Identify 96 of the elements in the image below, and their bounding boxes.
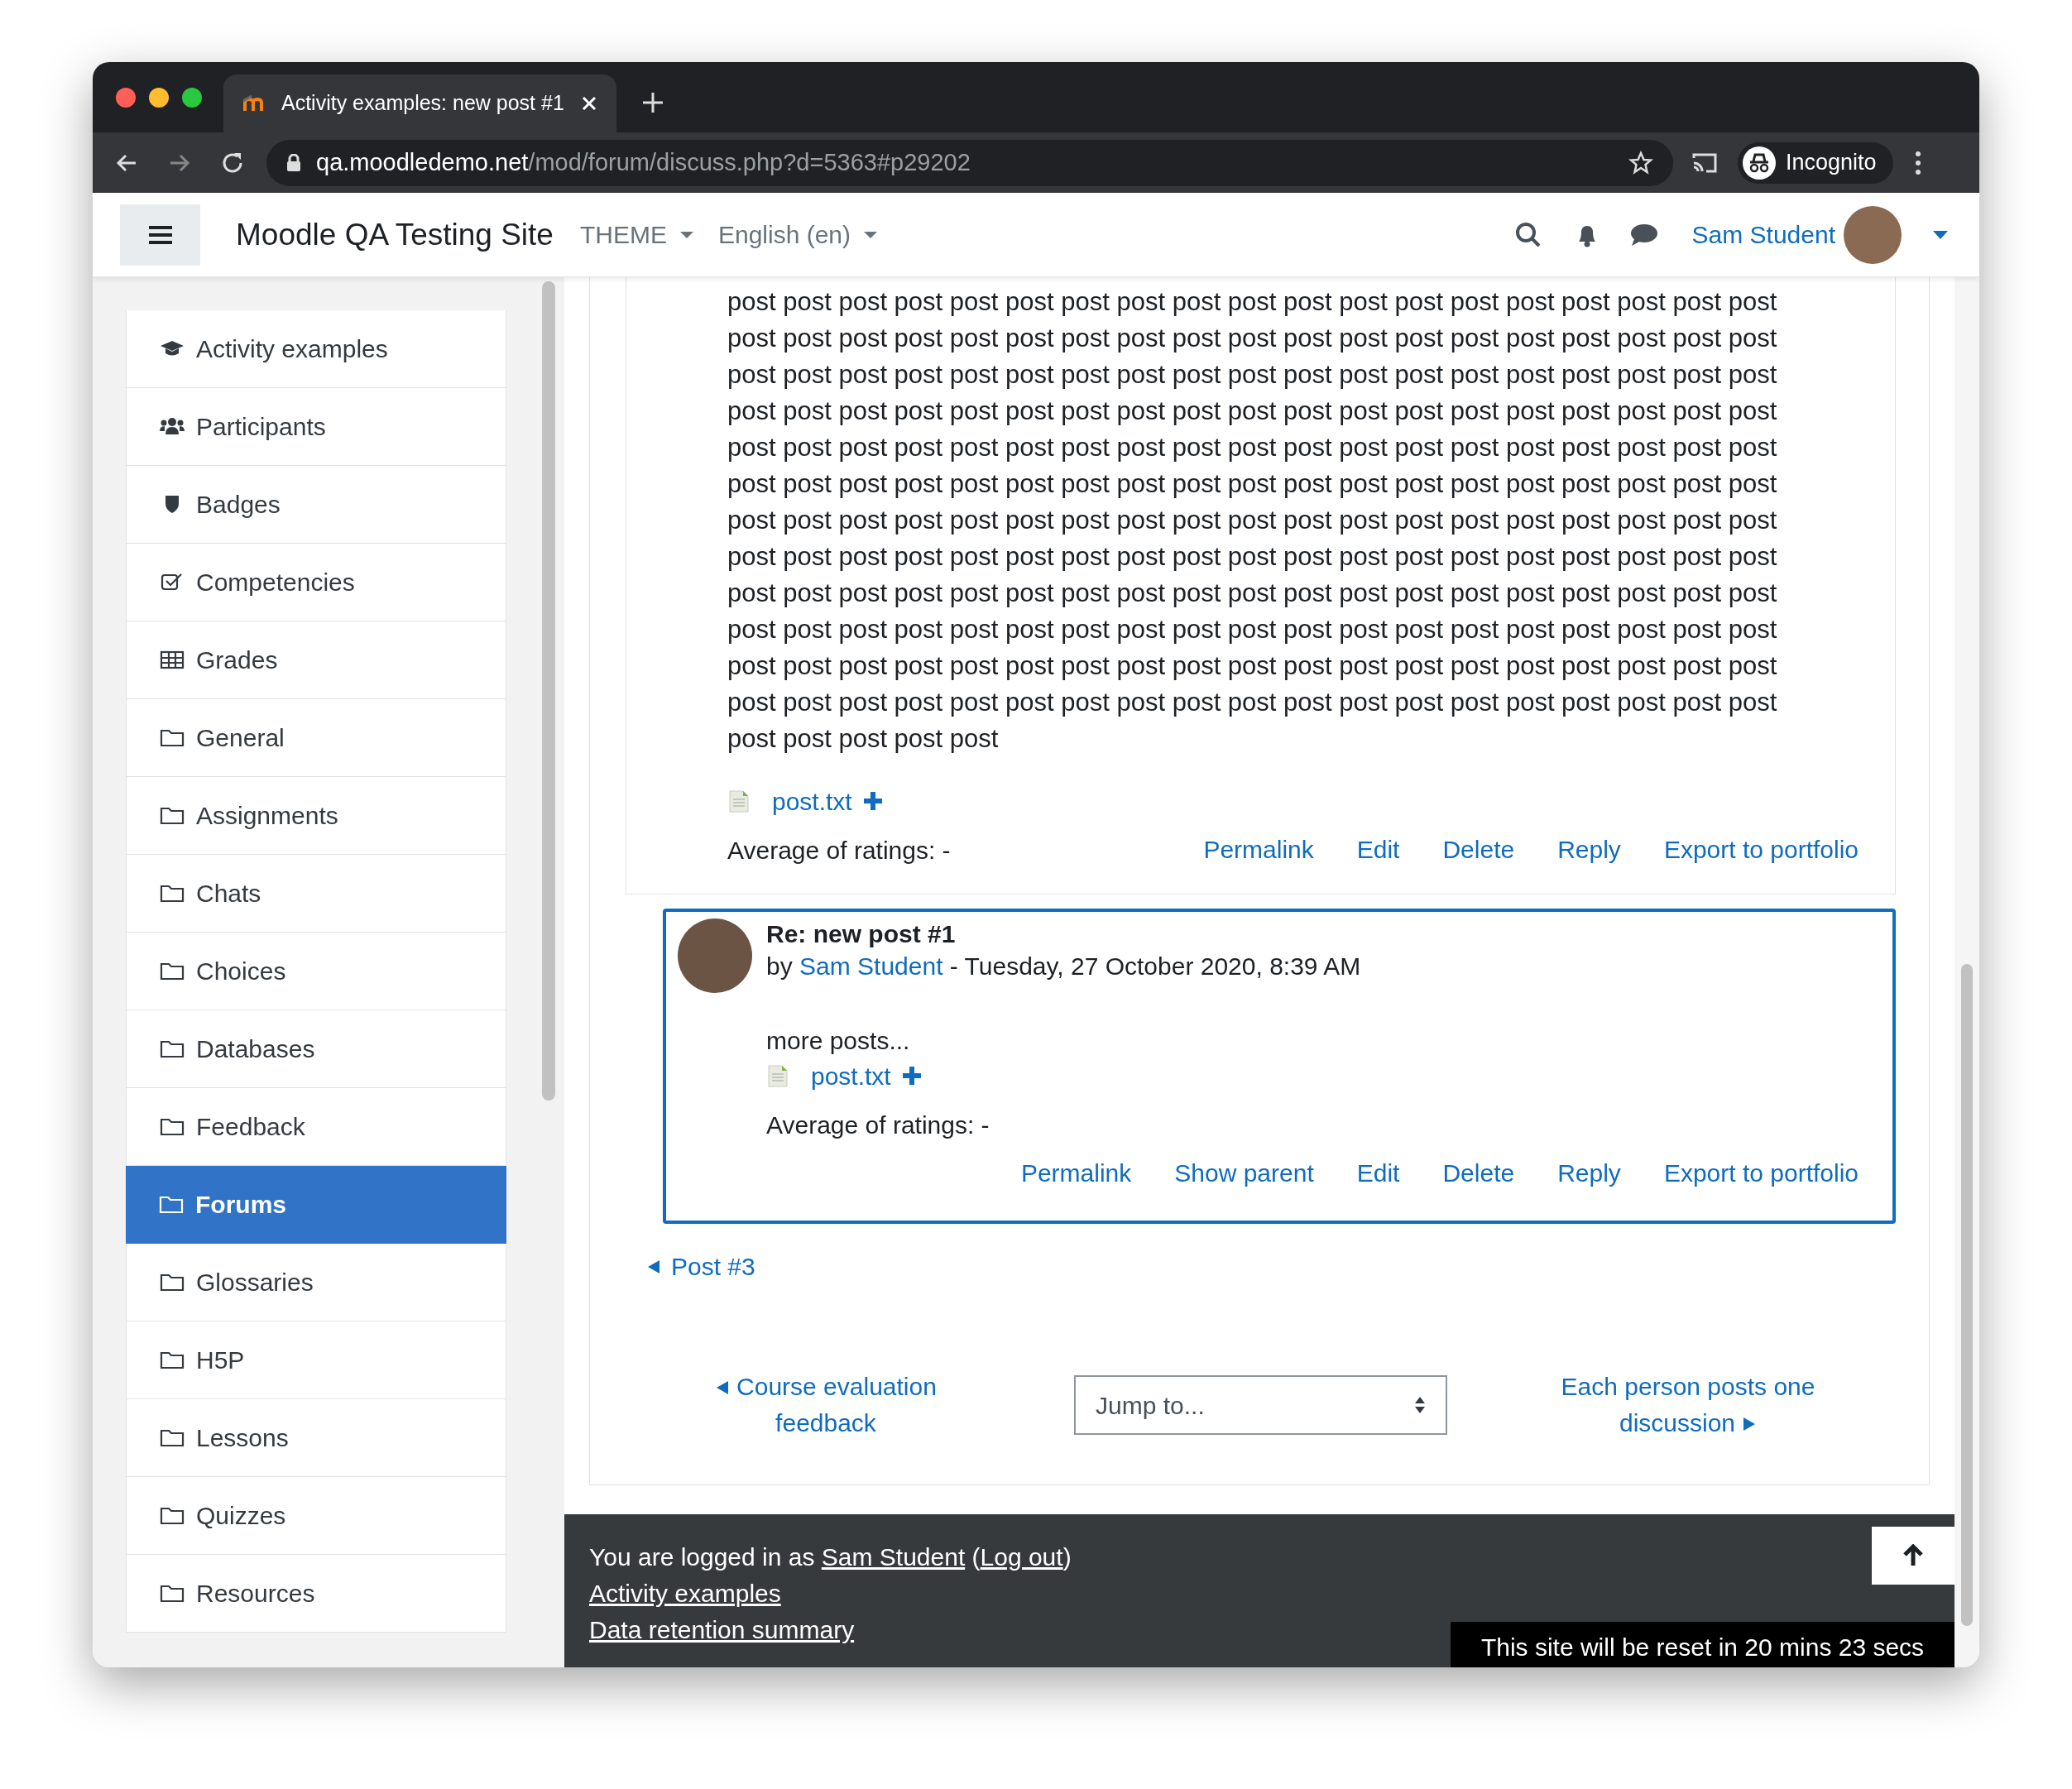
- sidebar-item[interactable]: H5P: [126, 1321, 506, 1399]
- more-icon[interactable]: [1914, 150, 1921, 175]
- sidebar-item[interactable]: Grades: [126, 621, 506, 699]
- zoom-window-button[interactable]: [182, 88, 202, 108]
- rating-label: Average of ratings: -: [727, 835, 951, 866]
- folder-icon: [160, 1427, 185, 1448]
- chat-icon[interactable]: [1628, 222, 1659, 247]
- sidebar-item[interactable]: Resources: [126, 1555, 506, 1633]
- folder-icon: [160, 1583, 185, 1604]
- previous-discussion-link[interactable]: Course evaluation feedback: [590, 1369, 1062, 1441]
- post-action-link[interactable]: Reply: [1557, 1157, 1621, 1190]
- jump-to-select[interactable]: Jump to...: [1074, 1375, 1447, 1435]
- sidebar-item[interactable]: Activity examples: [126, 310, 506, 388]
- footer-link[interactable]: Data retention summary: [589, 1612, 855, 1648]
- post-text: post post post post post post post post post post post post post post post post post post post post post post post post post post post post post post post post post post post post post post post post post post post post post post post post post post post post post post post post post post post post post post post post post post post post post post post post post post post post post post post post post post post post post post post post post post post post post post post post post post post post post post post post post post post post post post post post post post post post post post post post post post post post post post post post post post post post post post post post post post post post post post post post post post post post post post post post post post post post post post post post post post post post post post post post post post post post post post post post post post post post post post post post post post post post post post post post post post post post post post post post post post post post post post post post post post post post post post post post post post post post post post post post post post post post post post post post post: [727, 286, 1778, 755]
- post-byline: by Sam Student - Tuesday, 27 October 2020, 8:39 AM: [766, 952, 1362, 981]
- lock-icon: [286, 153, 301, 172]
- text-file-icon: [727, 789, 751, 813]
- folder-icon: [160, 1350, 185, 1370]
- url-host: qa.moodledemo.net: [316, 148, 529, 175]
- attachment-link[interactable]: post.txt: [811, 1057, 891, 1095]
- back-to-top-button[interactable]: [1872, 1527, 1954, 1585]
- arrow-up-icon: [1902, 1544, 1924, 1567]
- sidebar-item[interactable]: Participants: [126, 388, 506, 466]
- post-action-link[interactable]: Export to portfolio: [1663, 833, 1859, 866]
- menu-icon: [148, 224, 172, 245]
- sidebar-item[interactable]: Glossaries: [126, 1244, 506, 1321]
- post-title: Re: new post #1: [766, 919, 957, 949]
- caret-icon[interactable]: [1933, 229, 1948, 240]
- checkbox-icon: [160, 572, 185, 592]
- previous-post-link[interactable]: Post #3: [646, 1252, 755, 1282]
- post-action-link[interactable]: Delete: [1442, 833, 1515, 866]
- sidebar-item[interactable]: Forums: [126, 1166, 506, 1244]
- logout-link[interactable]: Log out: [980, 1543, 1063, 1571]
- sidebar-item[interactable]: General: [126, 699, 506, 777]
- sidebar-item[interactable]: Badges: [126, 466, 506, 544]
- incognito-icon: [1743, 146, 1776, 180]
- attachment-link[interactable]: post.txt: [772, 782, 852, 820]
- search-icon[interactable]: [1514, 221, 1542, 248]
- star-icon[interactable]: [1628, 150, 1653, 175]
- sidebar-item[interactable]: Chats: [126, 855, 506, 933]
- post-action-link[interactable]: Permalink: [1020, 1157, 1132, 1190]
- caret-icon: [679, 230, 693, 239]
- folder-icon: [160, 727, 185, 748]
- user-profile-link[interactable]: Sam Student: [821, 1543, 966, 1571]
- address-bar[interactable]: qa.moodledemo.net/mod/forum/discuss.php?d=5363#p29202: [266, 139, 1673, 186]
- sidebar-item[interactable]: Choices: [126, 933, 506, 1010]
- post-action-link[interactable]: Show parent: [1174, 1157, 1314, 1190]
- post-action-link[interactable]: Edit: [1356, 1157, 1400, 1190]
- next-discussion-link[interactable]: Each person posts one discussion: [1447, 1369, 1929, 1441]
- folder-icon: [159, 1194, 184, 1215]
- folder-icon: [160, 805, 185, 826]
- sidebar-item[interactable]: Quizzes: [126, 1477, 506, 1555]
- post-text: more posts...: [766, 1026, 911, 1056]
- sidebar-item[interactable]: Lessons: [126, 1399, 506, 1477]
- folder-icon: [160, 1038, 185, 1059]
- reset-notice: This site will be reset in 20 mins 23 secs: [1451, 1622, 1954, 1667]
- sidebar-item[interactable]: Feedback: [126, 1088, 506, 1166]
- nav-menu[interactable]: English (en): [717, 216, 877, 253]
- new-tab-icon[interactable]: [641, 91, 664, 114]
- close-window-button[interactable]: [116, 88, 136, 108]
- text-file-icon: [766, 1063, 789, 1088]
- minimize-window-button[interactable]: [149, 88, 169, 108]
- folder-icon: [160, 961, 185, 981]
- close-tab-icon[interactable]: [580, 94, 598, 113]
- browser-tab[interactable]: Activity examples: new post #1: [223, 74, 616, 132]
- incognito-badge[interactable]: Incognito: [1738, 141, 1893, 184]
- user-menu-link[interactable]: Sam Student: [1691, 216, 1835, 253]
- users-icon: [160, 416, 185, 437]
- folder-icon: [160, 883, 185, 904]
- site-name[interactable]: Moodle QA Testing Site: [236, 211, 554, 258]
- tab-title: Activity examples: new post #1: [281, 90, 565, 117]
- caret-icon: [864, 230, 877, 239]
- post-action-link[interactable]: Reply: [1557, 833, 1621, 866]
- sidebar-item[interactable]: Databases: [126, 1010, 506, 1088]
- post-action-link[interactable]: Delete: [1442, 1157, 1515, 1190]
- post-action-link[interactable]: Permalink: [1203, 833, 1314, 866]
- footer-link[interactable]: Activity examples: [589, 1576, 781, 1612]
- post-action-link[interactable]: Edit: [1356, 833, 1400, 866]
- rating-label: Average of ratings: -: [766, 1110, 990, 1140]
- triangle-left-icon: [715, 1379, 731, 1396]
- plus-icon[interactable]: [861, 790, 884, 812]
- post-action-link[interactable]: Export to portfolio: [1663, 1157, 1859, 1190]
- url-path: /mod/forum/discuss.php?d=5363#p29202: [528, 148, 971, 175]
- triangle-left-icon: [646, 1259, 661, 1275]
- author-link[interactable]: Sam Student: [799, 952, 943, 980]
- menu-toggle-button[interactable]: [120, 204, 200, 266]
- sidebar-item[interactable]: Competencies: [126, 544, 506, 621]
- table-icon: [160, 650, 185, 670]
- plus-icon[interactable]: [900, 1065, 923, 1086]
- folder-icon: [160, 1505, 185, 1526]
- sidebar-item[interactable]: Assignments: [126, 777, 506, 855]
- select-arrows-icon: [1414, 1395, 1426, 1415]
- folder-icon: [160, 1116, 185, 1137]
- nav-menu[interactable]: THEME: [579, 216, 693, 253]
- folder-icon: [160, 1272, 185, 1293]
